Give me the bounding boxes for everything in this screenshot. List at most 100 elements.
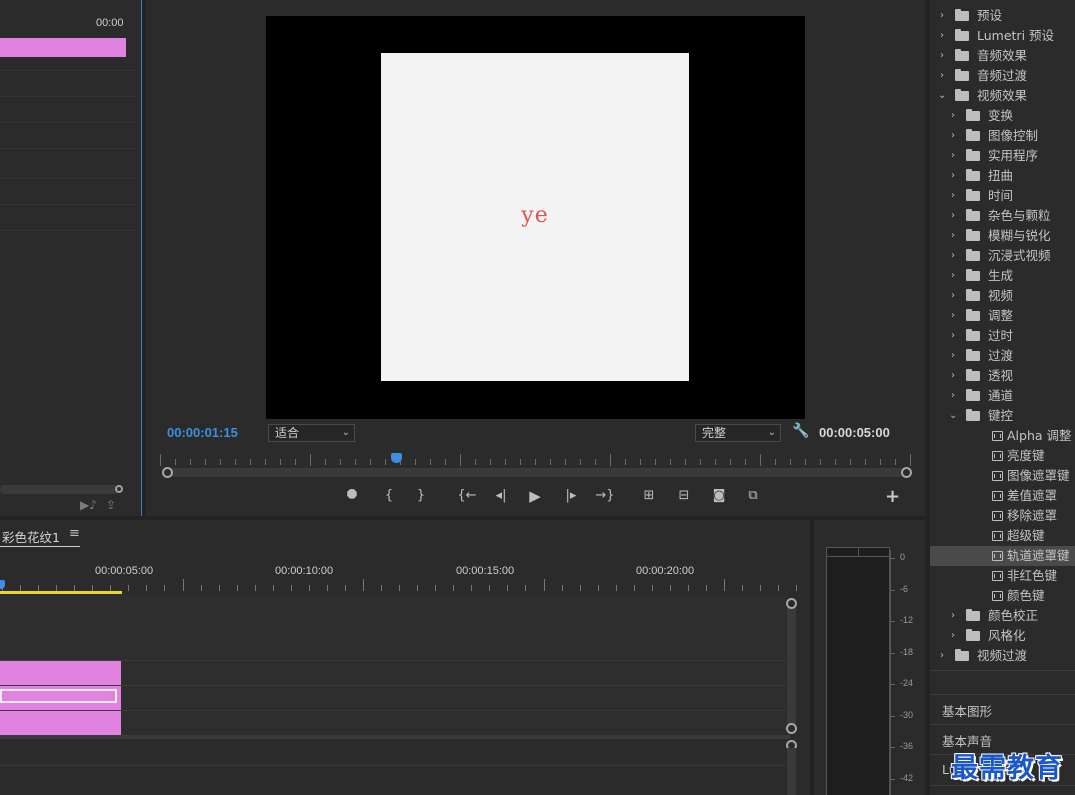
effects-tree-item[interactable]: › 预设 [930,6,1075,26]
effects-tree-item[interactable]: 非红色键 [930,566,1075,586]
chevron-right-icon[interactable]: › [949,266,957,286]
extract-button[interactable]: ⊟ [673,486,695,506]
effects-tree-item[interactable]: › 实用程序 [930,146,1075,166]
effects-tree-item[interactable]: ⌄ 键控 [930,406,1075,426]
effects-tree-item[interactable]: 超级键 [930,526,1075,546]
audio-clip-icon[interactable]: ▶♪ [80,498,97,512]
add-marker-button[interactable]: ⯃ [341,486,363,506]
current-timecode[interactable]: 00:00:01:15 [167,425,238,440]
zoom-end-handle-icon[interactable] [901,467,912,478]
effects-tree-item[interactable]: 亮度键 [930,446,1075,466]
effects-tree-item[interactable]: › 调整 [930,306,1075,326]
play-button[interactable]: ▶ [524,486,546,506]
export-frame-button[interactable]: ◙ [708,486,730,506]
mark-in-button[interactable]: { [378,486,400,506]
export-icon[interactable]: ⇪ [106,498,116,512]
chevron-right-icon[interactable]: › [949,326,957,346]
effect-icon [992,511,1003,521]
effects-tree-item[interactable]: › 视频过渡 [930,646,1075,666]
timeline-clip-v1[interactable] [0,711,121,735]
step-back-button[interactable]: ◂| [490,486,512,506]
chevron-right-icon[interactable]: › [949,166,957,186]
chevron-right-icon[interactable]: › [938,646,946,666]
quality-dropdown[interactable]: 完整 ⌄ [695,424,781,442]
ruler-tick [685,459,686,465]
effects-tree-item[interactable]: › 变换 [930,106,1075,126]
go-to-in-button[interactable]: {← [456,486,478,506]
lift-button[interactable]: ⊞ [638,486,660,506]
effects-tree-item[interactable]: 轨道遮罩键 [930,546,1075,566]
effects-tree-item[interactable]: 移除遮罩 [930,506,1075,526]
go-to-out-button[interactable]: →} [594,486,616,506]
chevron-right-icon[interactable]: › [949,286,957,306]
effects-tree-item[interactable]: › 颜色校正 [930,606,1075,626]
effects-tree-item[interactable]: › 视频 [930,286,1075,306]
fit-dropdown[interactable]: 适合 ⌄ [268,424,355,442]
compare-view-button[interactable]: ⧉ [742,486,764,506]
effects-tree-item[interactable]: › Lumetri 预设 [930,26,1075,46]
mark-out-button[interactable]: } [410,486,432,506]
chevron-right-icon[interactable]: › [949,386,957,406]
chevron-right-icon[interactable]: › [949,146,957,166]
chevron-right-icon[interactable]: › [938,46,946,66]
scroll-handle-icon[interactable] [786,723,797,734]
chevron-right-icon[interactable]: › [949,186,957,206]
chevron-right-icon[interactable]: › [949,366,957,386]
track-divider[interactable] [0,735,790,739]
effects-tree-item[interactable]: 图像遮罩键 [930,466,1075,486]
chevron-right-icon[interactable]: › [938,6,946,26]
chevron-right-icon[interactable]: › [949,626,957,646]
wrench-icon[interactable]: 🔧 [792,423,809,439]
effects-tree-item[interactable]: › 风格化 [930,626,1075,646]
scroll-handle-icon[interactable] [115,485,123,493]
effects-tree-item[interactable]: › 时间 [930,186,1075,206]
ruler-tick [430,459,431,465]
ruler-tick [580,459,581,465]
chevron-right-icon[interactable]: › [938,66,946,86]
source-scrollbar[interactable] [0,485,118,494]
playhead-icon[interactable] [391,453,402,463]
essential-graphics-tab[interactable]: 基本图形 [942,701,992,720]
effects-tree-item[interactable]: › 扭曲 [930,166,1075,186]
program-time-ruler[interactable] [160,452,911,466]
chevron-down-icon[interactable]: ⌄ [949,406,957,426]
effects-tree-item[interactable]: › 透视 [930,366,1075,386]
effects-tree-item[interactable]: 差值遮罩 [930,486,1075,506]
effects-tree-item[interactable]: › 图像控制 [930,126,1075,146]
zoom-scrollbar[interactable] [164,468,907,477]
chevron-right-icon[interactable]: › [949,126,957,146]
chevron-right-icon[interactable]: › [949,226,957,246]
effects-tree-item[interactable]: › 杂色与颗粒 [930,206,1075,226]
effects-tree-item[interactable]: Alpha 调整 [930,426,1075,446]
chevron-right-icon[interactable]: › [949,246,957,266]
effects-tree-item[interactable]: 颜色键 [930,586,1075,606]
effects-tree-item[interactable]: › 音频效果 [930,46,1075,66]
chevron-right-icon[interactable]: › [949,106,957,126]
effects-tree-item[interactable]: › 沉浸式视频 [930,246,1075,266]
sequence-tab[interactable]: 彩色花纹1 [2,527,60,546]
chevron-right-icon[interactable]: › [949,306,957,326]
audio-tracks-scrollbar[interactable] [787,748,796,795]
scroll-handle-icon[interactable] [786,598,797,609]
work-area-bar[interactable] [0,591,122,594]
effects-tree-item[interactable]: › 过时 [930,326,1075,346]
timeline-clip-v2[interactable] [0,686,121,710]
video-frame: ye [266,16,805,419]
chevron-right-icon[interactable]: › [949,606,957,626]
chevron-right-icon[interactable]: › [949,346,957,366]
zoom-start-handle-icon[interactable] [162,467,173,478]
effects-tree-item[interactable]: › 音频过渡 [930,66,1075,86]
step-forward-button[interactable]: |▸ [560,486,582,506]
effects-tree-item[interactable]: › 模糊与锐化 [930,226,1075,246]
chevron-down-icon[interactable]: ⌄ [938,86,946,106]
chevron-right-icon[interactable]: › [938,26,946,46]
timeline-clip-v3[interactable] [0,661,121,685]
chevron-right-icon[interactable]: › [949,206,957,226]
add-button[interactable]: + [885,486,900,507]
panel-menu-icon[interactable]: ≡ [69,526,80,541]
video-tracks-scrollbar[interactable] [787,602,796,730]
effects-tree-item[interactable]: ⌄ 视频效果 [930,86,1075,106]
effects-tree-item[interactable]: › 过渡 [930,346,1075,366]
effects-tree-item[interactable]: › 生成 [930,266,1075,286]
effects-tree-item[interactable]: › 通道 [930,386,1075,406]
